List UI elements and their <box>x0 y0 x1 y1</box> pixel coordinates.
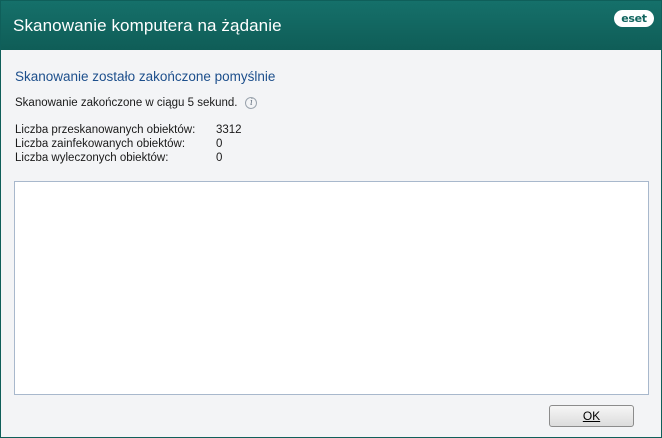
eset-logo: eset <box>614 10 654 27</box>
ok-button[interactable]: OK <box>549 405 634 427</box>
scan-stats: Liczba przeskanowanych obiektów: 3312 Li… <box>15 123 242 165</box>
stat-row-cleaned: Liczba wyleczonych obiektów: 0 <box>15 151 242 165</box>
scan-summary: Skanowanie zakończone w ciągu 5 sekund. … <box>15 97 258 109</box>
scan-summary-text: Skanowanie zakończone w ciągu 5 sekund. <box>15 97 238 109</box>
scan-result-window: Skanowanie komputera na żądanie eset Ska… <box>0 0 662 438</box>
stat-value: 0 <box>216 152 223 164</box>
info-icon[interactable]: i <box>245 97 258 109</box>
stat-row-scanned: Liczba przeskanowanych obiektów: 3312 <box>15 123 242 137</box>
scan-log-area[interactable] <box>14 181 649 395</box>
result-heading: Skanowanie zostało zakończone pomyślnie <box>15 69 276 84</box>
stat-value: 0 <box>216 138 223 150</box>
stat-value: 3312 <box>216 124 242 136</box>
title-bar: Skanowanie komputera na żądanie eset <box>1 1 661 50</box>
stat-label: Liczba wyleczonych obiektów: <box>15 152 169 164</box>
eset-logo-text: eset <box>621 12 647 25</box>
stat-row-infected: Liczba zainfekowanych obiektów: 0 <box>15 137 242 151</box>
stat-label: Liczba zainfekowanych obiektów: <box>15 138 186 150</box>
window-title: Skanowanie komputera na żądanie <box>13 16 282 35</box>
stat-label: Liczba przeskanowanych obiektów: <box>15 124 196 136</box>
